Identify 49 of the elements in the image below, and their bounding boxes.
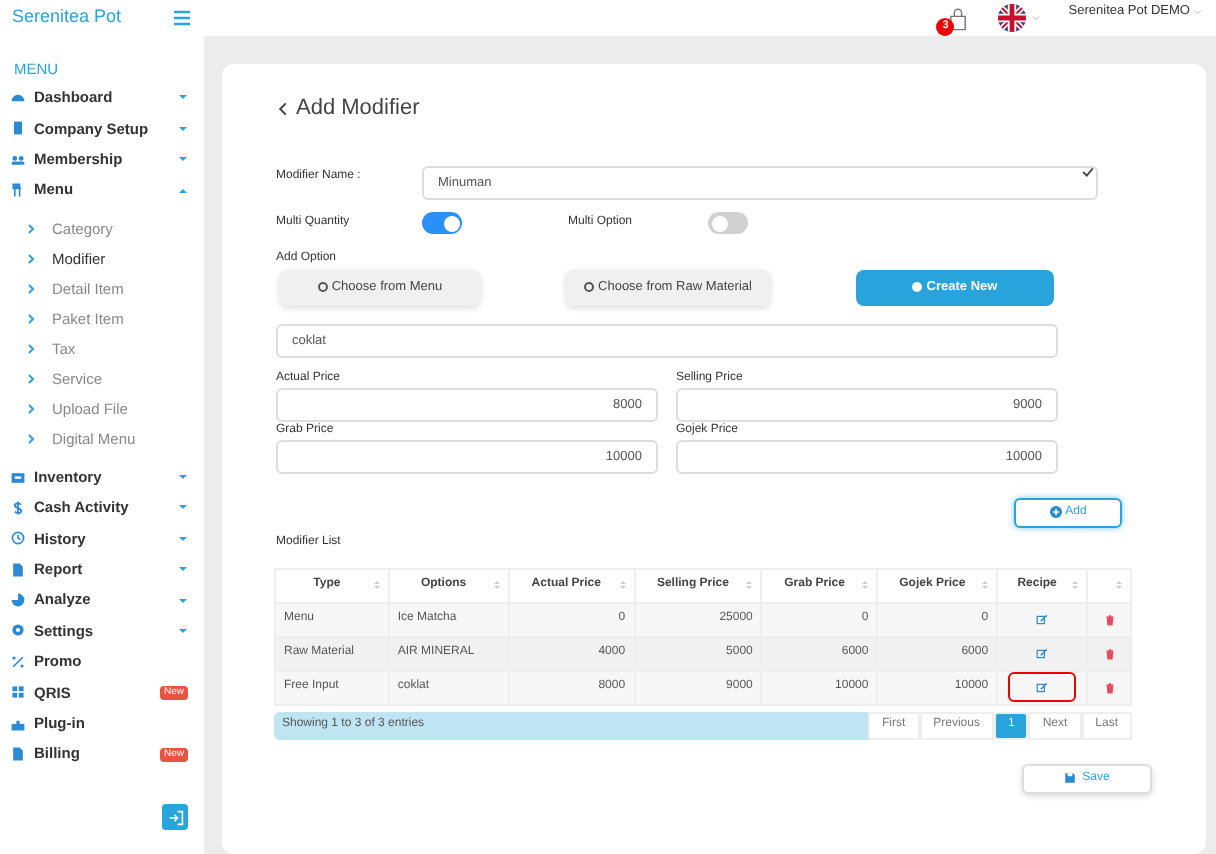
sort-icon <box>491 580 502 590</box>
percent-icon <box>10 653 26 670</box>
back-icon <box>276 101 290 116</box>
grid-icon <box>10 684 26 701</box>
gauge-icon <box>10 89 26 106</box>
sort-icon <box>860 580 871 590</box>
history-icon <box>10 530 26 547</box>
edit-icon <box>1036 681 1049 693</box>
dropdown-icon <box>1032 14 1041 22</box>
logout-icon <box>167 809 183 825</box>
users-icon <box>10 151 26 168</box>
toggle-switch[interactable] <box>422 212 462 234</box>
chevron-icon <box>26 253 36 264</box>
sort-icon <box>980 580 991 590</box>
sort-icon <box>371 580 382 590</box>
edit-icon <box>1036 647 1049 659</box>
chevron-icon <box>26 223 36 234</box>
pie-chart-icon <box>10 592 26 609</box>
chevron-icon <box>26 313 36 324</box>
chevron-icon <box>26 403 36 414</box>
sort-icon <box>617 580 628 590</box>
plus-circle-icon <box>1049 506 1062 518</box>
radio-icon <box>584 282 595 292</box>
sort-icon <box>744 580 755 590</box>
menu-icon <box>172 8 192 28</box>
check-icon <box>1082 165 1094 177</box>
document-icon <box>10 746 26 763</box>
chevron-icon <box>26 343 36 354</box>
box-icon <box>10 469 26 485</box>
sort-icon <box>1114 580 1124 590</box>
brand-name: Serenitea Pot <box>12 4 122 31</box>
toggle-switch[interactable] <box>708 212 748 234</box>
logout-button[interactable] <box>162 804 188 830</box>
sort-icon <box>1070 580 1081 590</box>
document-icon <box>10 561 26 578</box>
radio-icon <box>317 282 328 292</box>
chevron-icon <box>26 373 36 384</box>
edit-icon <box>1036 613 1049 625</box>
trash-icon <box>1103 647 1115 659</box>
cutlery-icon <box>10 182 26 199</box>
settings-icon <box>10 622 26 639</box>
page-title: Add Modifier <box>296 94 420 124</box>
building-icon <box>10 120 26 137</box>
trash-icon <box>1103 613 1115 625</box>
chevron-icon <box>26 433 36 444</box>
radio-icon <box>912 282 923 292</box>
dollar-icon <box>10 499 26 516</box>
chevron-icon <box>26 283 36 294</box>
trash-icon <box>1103 681 1115 693</box>
